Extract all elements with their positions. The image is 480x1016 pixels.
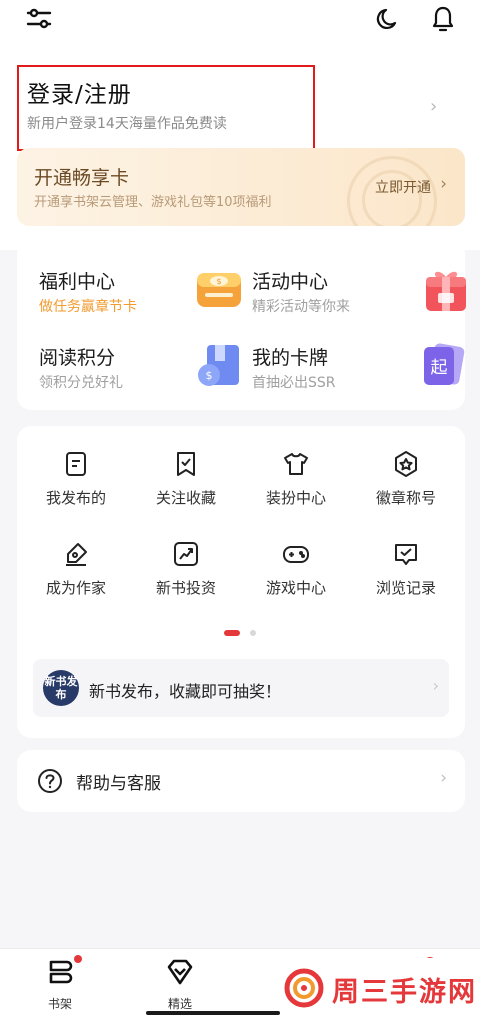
- help-label: 帮助与客服: [76, 774, 161, 794]
- login-title: 登录/注册: [27, 82, 132, 108]
- badge-star-icon: [392, 450, 420, 478]
- watermark-logo-icon: [284, 968, 324, 1008]
- pen-icon: [62, 540, 90, 568]
- grid-item-label: 成为作家: [45, 579, 106, 597]
- document-icon: [62, 450, 90, 478]
- site-watermark: 周三手游网: [276, 958, 480, 1016]
- grid-item-new-book-invest[interactable]: 新书投资: [131, 540, 241, 600]
- vip-chevron-right-icon: ›: [440, 174, 447, 194]
- new-book-badge-icon: 新书发布: [43, 670, 79, 706]
- login-chevron-right-icon[interactable]: ›: [430, 96, 437, 117]
- grid-item-label: 我发布的: [45, 489, 106, 507]
- watermark-text: 周三手游网: [332, 977, 477, 1008]
- vip-title: 开通畅享卡: [34, 167, 130, 189]
- home-indicator: [146, 1011, 280, 1015]
- wallet-icon: $: [195, 267, 245, 313]
- benefit-subtitle: 首抽必出SSR: [252, 375, 336, 391]
- nav-tab-label: 书架: [47, 997, 72, 1011]
- grid-item-history[interactable]: 浏览记录: [351, 540, 461, 600]
- promo-chevron-right-icon: ›: [432, 676, 439, 695]
- benefit-title: 阅读积分: [39, 347, 116, 369]
- grid-item-my-posts[interactable]: 我发布的: [21, 450, 131, 510]
- benefit-subtitle: 做任务赢章节卡: [39, 299, 137, 315]
- nav-tab-featured[interactable]: 精选: [150, 957, 210, 1012]
- grid-item-label: 装扮中心: [265, 489, 326, 507]
- chart-icon: [172, 540, 200, 568]
- vip-card-banner[interactable]: 开通畅享卡 开通享书架云管理、游戏礼包等10项福利 立即开通 ›: [17, 148, 465, 226]
- page-dot[interactable]: [250, 630, 256, 636]
- vip-open-button[interactable]: 立即开通: [375, 177, 431, 197]
- benefit-title: 我的卡牌: [252, 347, 329, 369]
- benefits-card: 福利中心 做任务赢章节卡 $ 活动中心 精彩活动等你来 阅读积分 领积分兑好礼 …: [17, 240, 466, 410]
- benefit-subtitle: 精彩活动等你来: [252, 299, 350, 315]
- card-icon: 起: [418, 343, 468, 389]
- grid-item-follow-favorites[interactable]: 关注收藏: [131, 450, 241, 510]
- tshirt-icon: [282, 450, 310, 478]
- grid-item-become-writer[interactable]: 成为作家: [21, 540, 131, 600]
- grid-item-label: 新书投资: [155, 579, 216, 597]
- benefit-item-welfare[interactable]: 福利中心 做任务赢章节卡 $: [39, 267, 249, 327]
- help-chevron-right-icon: ›: [440, 768, 447, 788]
- points-book-icon: $: [195, 343, 245, 389]
- bookshelf-icon: [49, 960, 73, 984]
- grid-item-dress-up[interactable]: 装扮中心: [241, 450, 351, 510]
- login-register-entry[interactable]: 登录/注册 新用户登录14天海量作品免费读: [17, 65, 315, 151]
- svg-text:$: $: [216, 277, 221, 286]
- vip-subtitle: 开通享书架云管理、游戏礼包等10项福利: [34, 195, 272, 210]
- tools-grid-card: 我发布的 关注收藏 装扮中心 徽章称号 成为作家 新书投资 游戏中心 浏览记录 …: [17, 426, 465, 738]
- diamond-icon: [167, 959, 193, 985]
- benefit-item-activity[interactable]: 活动中心 精彩活动等你来: [252, 267, 466, 327]
- svg-text:起: 起: [431, 358, 448, 378]
- benefit-subtitle: 领积分兑好礼: [39, 375, 123, 391]
- grid-item-game-center[interactable]: 游戏中心: [241, 540, 351, 600]
- help-question-icon: [36, 767, 64, 795]
- nav-tab-bookshelf[interactable]: 书架: [30, 957, 90, 1012]
- settings-sliders-icon[interactable]: [24, 4, 54, 34]
- grid-item-label: 游戏中心: [265, 579, 326, 597]
- grid-item-label: 徽章称号: [375, 489, 436, 507]
- notification-bell-icon[interactable]: [428, 4, 458, 34]
- nav-tab-label: 精选: [167, 997, 192, 1011]
- benefit-item-points[interactable]: 阅读积分 领积分兑好礼 $: [39, 343, 249, 403]
- benefit-item-cards[interactable]: 我的卡牌 首抽必出SSR 起: [252, 343, 465, 403]
- night-mode-moon-icon[interactable]: [373, 4, 403, 34]
- bookmark-check-icon: [172, 450, 200, 478]
- bookshelf-notification-dot: [74, 955, 82, 963]
- help-service-row[interactable]: 帮助与客服 ›: [17, 750, 465, 812]
- gamepad-icon: [282, 540, 310, 568]
- new-book-promo-banner[interactable]: 新书发布 新书发布，收藏即可抽奖！ ›: [33, 659, 449, 717]
- benefit-title: 福利中心: [39, 271, 116, 293]
- gift-icon: [422, 267, 472, 313]
- page-dot-active[interactable]: [224, 630, 240, 636]
- grid-item-badges[interactable]: 徽章称号: [351, 450, 461, 510]
- grid-item-label: 关注收藏: [155, 489, 216, 507]
- benefit-title: 活动中心: [252, 271, 329, 293]
- login-subtitle: 新用户登录14天海量作品免费读: [27, 116, 227, 132]
- history-icon: [392, 540, 420, 568]
- top-bar: [0, 0, 480, 40]
- grid-item-label: 浏览记录: [375, 579, 436, 597]
- svg-text:$: $: [206, 369, 213, 382]
- promo-text: 新书发布，收藏即可抽奖！: [89, 682, 282, 701]
